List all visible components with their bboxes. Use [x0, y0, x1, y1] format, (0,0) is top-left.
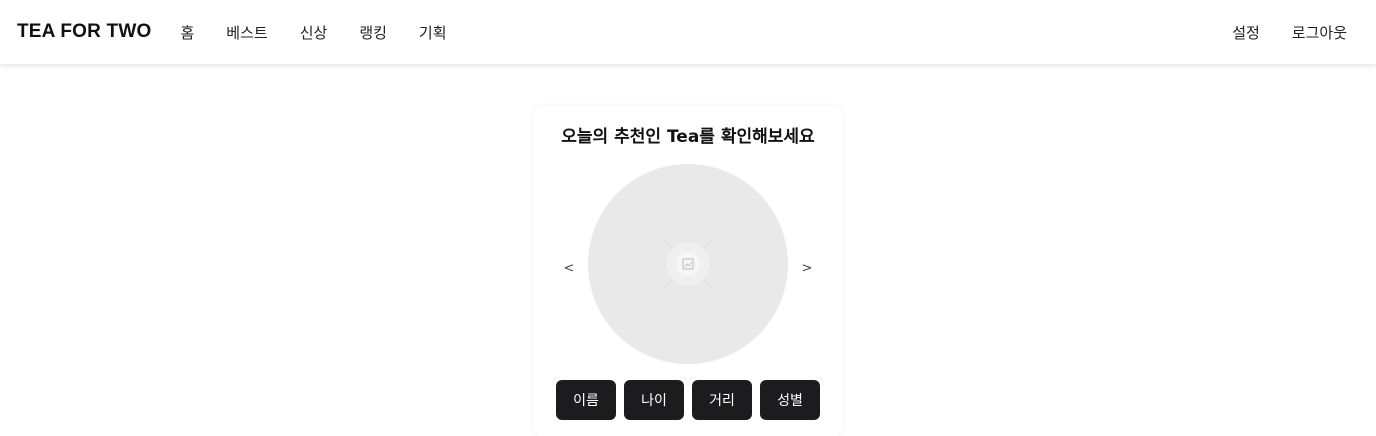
name-button[interactable]: 이름: [556, 380, 616, 420]
user-nav: 설정 로그아웃: [1200, 22, 1359, 43]
nav-item-home[interactable]: 홈: [180, 22, 194, 43]
logout-link[interactable]: 로그아웃: [1292, 22, 1347, 43]
nav-item-best[interactable]: 베스트: [226, 22, 267, 43]
settings-link[interactable]: 설정: [1232, 22, 1260, 43]
sort-button-group: 이름 나이 거리 성별: [556, 380, 820, 420]
top-navigation-bar: TEA FOR TWO 홈 베스트 신상 랭킹 기획 설정 로그아웃: [0, 0, 1376, 64]
nav-item-special[interactable]: 기획: [419, 22, 447, 43]
nav-item-new[interactable]: 신상: [300, 22, 328, 43]
age-button[interactable]: 나이: [624, 380, 684, 420]
profile-image: [588, 164, 788, 364]
carousel-prev-button[interactable]: <: [561, 261, 577, 276]
recommendation-card: 오늘의 추천인 Tea를 확인해보세요 < > 이름 나이 거리 성별: [533, 106, 843, 436]
broken-image-icon: [658, 234, 718, 294]
distance-button[interactable]: 거리: [692, 380, 752, 420]
gender-button[interactable]: 성별: [760, 380, 820, 420]
main-nav: 홈 베스트 신상 랭킹 기획: [180, 22, 478, 43]
nav-item-ranking[interactable]: 랭킹: [359, 22, 387, 43]
carousel-next-button[interactable]: >: [799, 261, 815, 276]
logo[interactable]: TEA FOR TWO: [17, 21, 151, 43]
card-title: 오늘의 추천인 Tea를 확인해보세요: [561, 127, 815, 147]
